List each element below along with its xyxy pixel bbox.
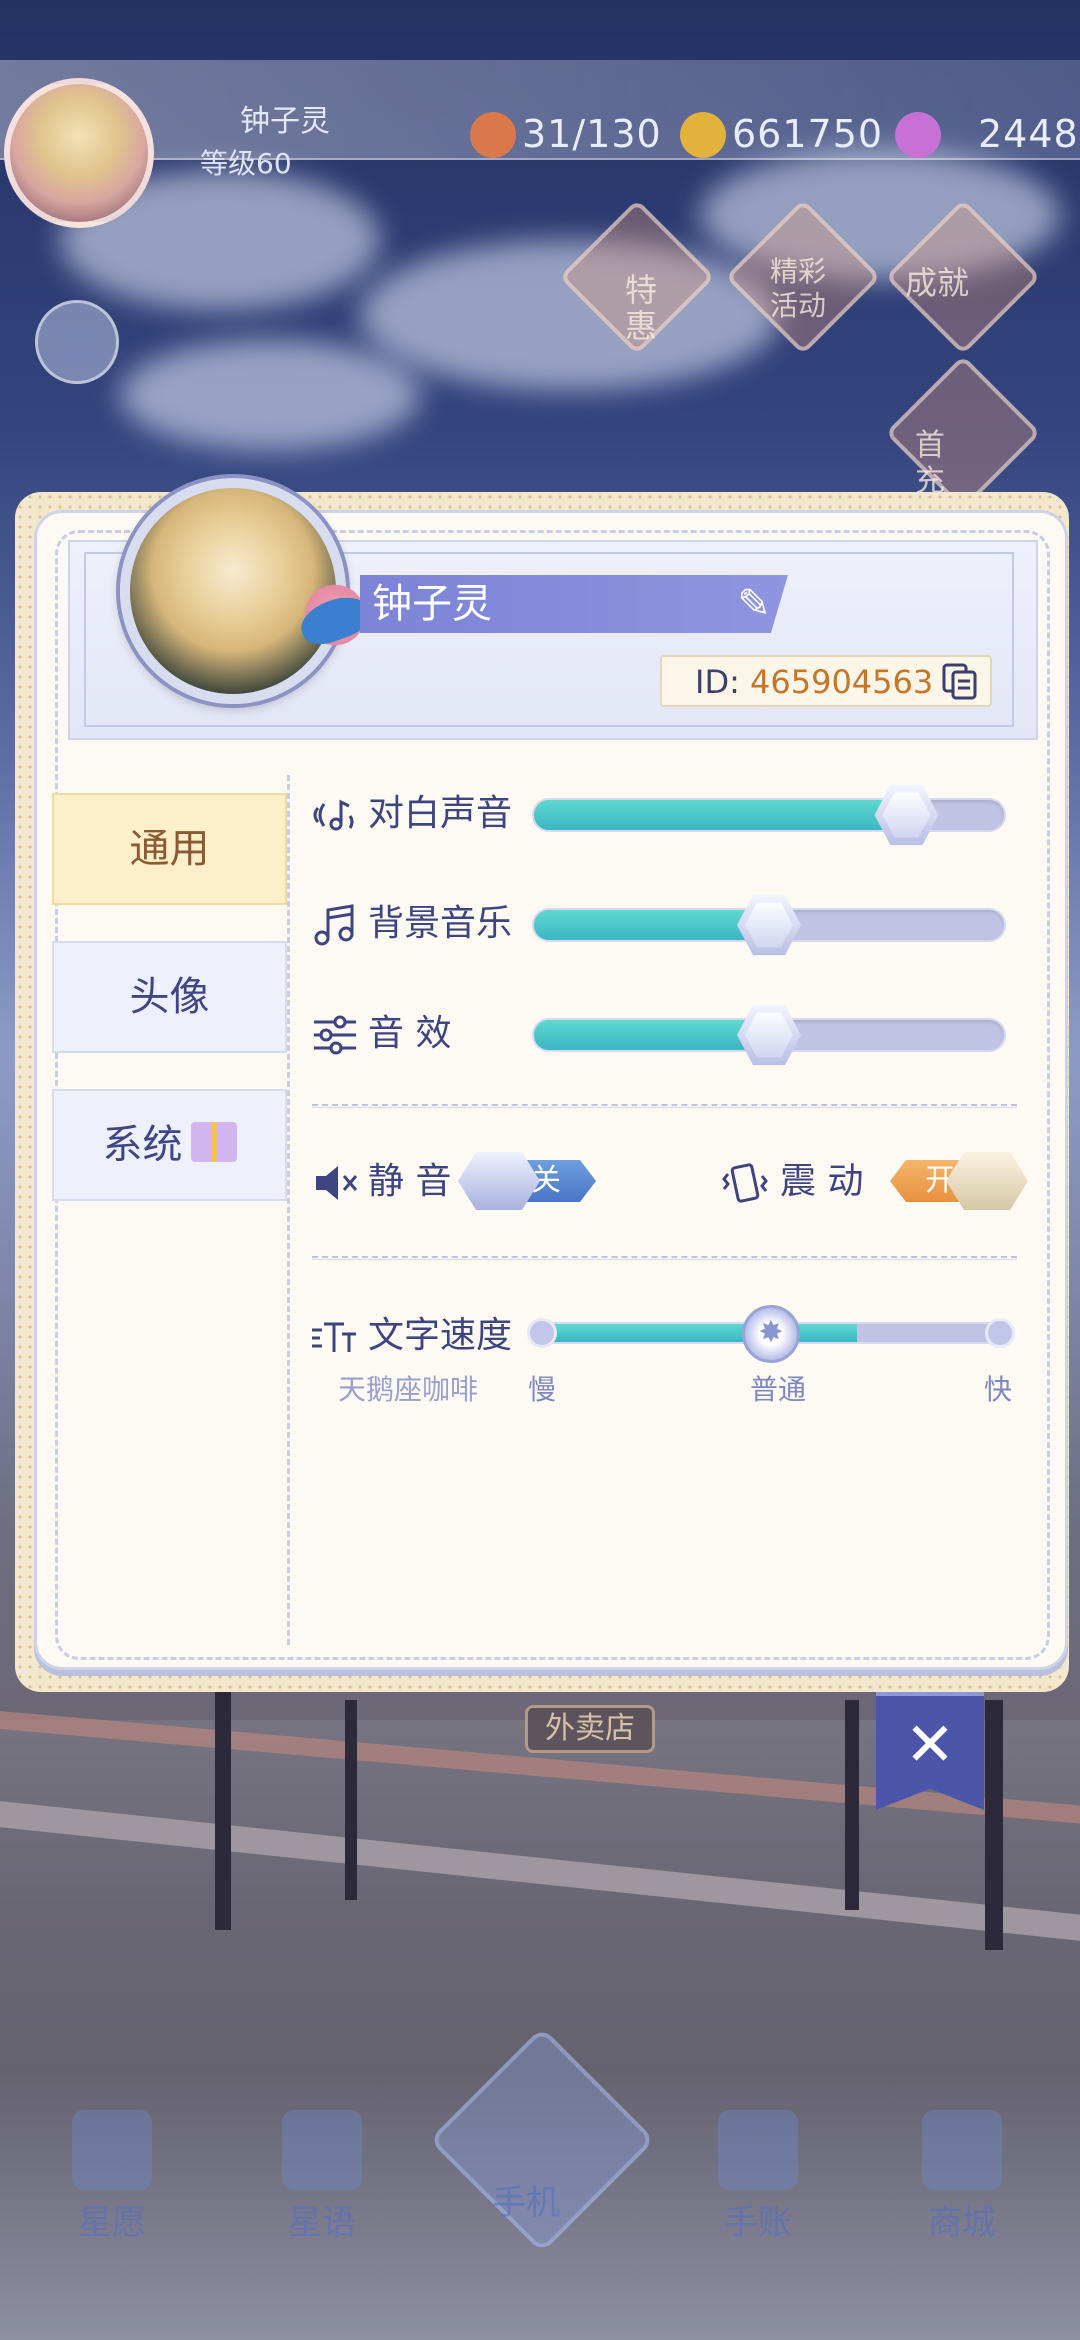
section-divider <box>312 1256 1017 1260</box>
tab-general[interactable]: 通用 <box>52 793 287 905</box>
vibration-toggle[interactable]: 开 <box>890 1152 1028 1210</box>
text-speed-normal-label: 普通 <box>750 1373 807 1406</box>
nav-shop[interactable]: 商城 <box>902 2195 1022 2244</box>
shop-icon[interactable] <box>922 2110 1002 2190</box>
edit-name-icon[interactable]: ✎ <box>728 578 780 630</box>
stamina-icon <box>470 112 516 158</box>
watermark-text: 天鹅座咖啡 <box>338 1373 479 1406</box>
coin-counter[interactable]: 661750 <box>732 112 883 156</box>
equalizer-icon <box>314 1015 356 1055</box>
mute-toggle[interactable]: 关 <box>458 1152 596 1210</box>
tab-system[interactable]: 系统 <box>52 1089 287 1201</box>
gift-icon <box>190 1122 237 1162</box>
nav-star-language[interactable]: 星语 <box>262 2195 382 2244</box>
text-speed-slow-label: 慢 <box>528 1373 557 1406</box>
star-language-card-icon[interactable] <box>282 2110 362 2190</box>
coin-icon <box>680 112 726 158</box>
achievements-label: 成就 <box>905 264 970 302</box>
dialogue-voice-label: 对白声音 <box>368 793 513 834</box>
profile-name: 钟子灵 <box>372 581 492 627</box>
special-offer-label: 特惠 <box>625 271 658 345</box>
vibration-label: 震 动 <box>780 1161 864 1202</box>
text-speed-label: 文字速度 <box>368 1315 513 1356</box>
text-speed-fast-stop[interactable] <box>985 1318 1015 1348</box>
hud-player-name: 钟子灵 <box>240 104 330 139</box>
clipboard-icon[interactable]: ▤ <box>35 300 119 384</box>
tab-system-label: 系统 <box>102 1122 183 1168</box>
mute-label: 静 音 <box>368 1161 452 1202</box>
first-charge-label: 首充 <box>915 428 945 499</box>
tab-divider <box>287 775 290 1645</box>
wish-card-icon[interactable] <box>72 2110 152 2190</box>
gem-icon <box>895 112 941 158</box>
stamina-counter[interactable]: 31/130 <box>522 112 662 156</box>
text-speed-fast-label: 快 <box>984 1373 1013 1406</box>
section-divider <box>312 1104 1017 1108</box>
sound-effects-label: 音 效 <box>368 1013 452 1054</box>
tab-avatar[interactable]: 头像 <box>52 941 287 1053</box>
nav-phone[interactable]: 手机 <box>466 2175 586 2224</box>
player-avatar[interactable] <box>4 78 154 228</box>
close-icon[interactable]: ✕ <box>876 1705 984 1785</box>
player-id-value: 465904563 <box>750 663 934 701</box>
player-id-label: ID: <box>695 663 740 701</box>
vibration-icon <box>722 1163 768 1203</box>
dialogue-voice-icon <box>313 799 354 831</box>
nav-journal[interactable]: 手账 <box>698 2195 818 2244</box>
gem-counter[interactable]: 2448 <box>978 112 1079 156</box>
events-label: 精彩活动 <box>770 255 827 322</box>
background-music-label: 背景音乐 <box>368 903 513 944</box>
takeout-shop-sign: 外卖店 <box>525 1705 655 1753</box>
nav-wish[interactable]: 星愿 <box>52 2195 172 2244</box>
text-speed-icon <box>312 1322 356 1352</box>
text-speed-slow-stop[interactable] <box>527 1318 557 1348</box>
copy-id-icon[interactable] <box>940 661 980 701</box>
text-speed-handle[interactable]: ✸ <box>742 1305 800 1363</box>
music-note-icon <box>314 904 354 946</box>
speaker-mute-icon <box>316 1166 358 1200</box>
journal-icon[interactable] <box>718 2110 798 2190</box>
hud-player-level: 等级60 <box>200 147 292 180</box>
